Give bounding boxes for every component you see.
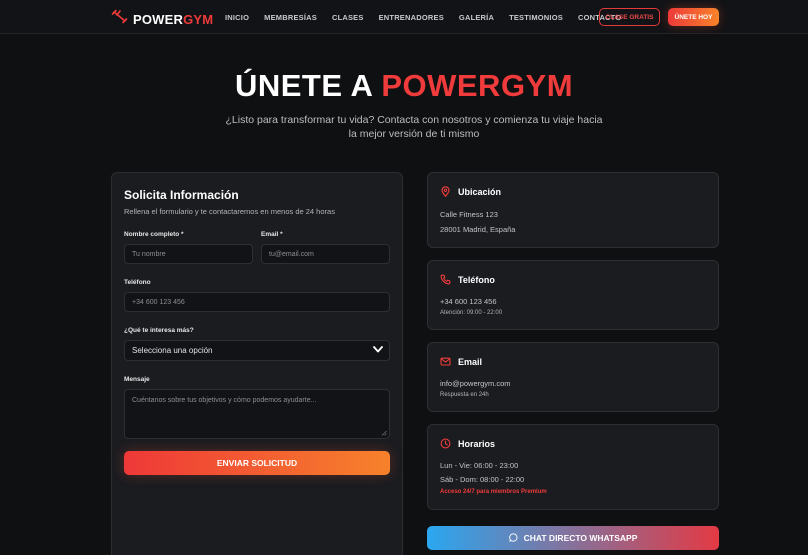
- email-placeholder: tu@email.com: [269, 250, 314, 258]
- schedule-card: Horarios Lun - Vie: 06:00 - 23:00 Sáb - …: [427, 424, 719, 510]
- phone-label: Teléfono: [124, 279, 151, 286]
- join-now-button[interactable]: ÚNETE HOY: [668, 8, 719, 26]
- nav-link-inicio[interactable]: INICIO: [225, 13, 249, 22]
- page-title: ÚNETE A POWERGYM: [234, 68, 574, 103]
- nav-link-entrenadores[interactable]: ENTRENADORES: [379, 13, 444, 22]
- email-card: Email info@powergym.com Respuesta en 24h: [427, 342, 719, 412]
- interest-label: ¿Qué te interesa más?: [124, 327, 194, 334]
- email-address[interactable]: info@powergym.com: [440, 379, 511, 388]
- phone-hours: Atención: 09:00 - 22:00: [440, 310, 503, 316]
- name-input[interactable]: Tu nombre: [124, 244, 253, 264]
- resize-handle-icon[interactable]: [381, 430, 387, 436]
- phone-placeholder: +34 600 123 456: [132, 298, 185, 306]
- message-placeholder: Cuéntanos sobre tus objetivos y cómo pod…: [132, 397, 317, 404]
- nav-links: INICIO MEMBRESÍAS CLASES ENTRENADORES GA…: [225, 13, 636, 22]
- form-title: Solicita Información: [124, 188, 239, 202]
- chat-bubble-icon: [508, 532, 518, 544]
- email-input[interactable]: tu@email.com: [261, 244, 390, 264]
- message-textarea[interactable]: Cuéntanos sobre tus objetivos y cómo pod…: [124, 389, 390, 439]
- clock-icon: [440, 438, 451, 449]
- map-pin-icon: [440, 186, 451, 197]
- name-placeholder: Tu nombre: [132, 250, 166, 258]
- location-card: Ubicación Calle Fitness 123 28001 Madrid…: [427, 172, 719, 248]
- envelope-icon: [440, 356, 451, 367]
- nav-link-clases[interactable]: CLASES: [332, 13, 364, 22]
- email-label: Email *: [261, 231, 283, 238]
- email-note: Respuesta en 24h: [440, 392, 489, 398]
- page-subtitle: ¿Listo para transformar tu vida? Contact…: [225, 114, 603, 140]
- brand-name: POWERGYM: [133, 11, 214, 27]
- name-label: Nombre completo *: [124, 231, 184, 238]
- logo[interactable]: POWERGYM: [111, 9, 213, 29]
- form-subtitle: Rellena el formulario y te contactaremos…: [124, 207, 335, 216]
- submit-button[interactable]: ENVIAR SOLICITUD: [124, 451, 390, 475]
- nav-link-testimonios[interactable]: TESTIMONIOS: [509, 13, 563, 22]
- message-label: Mensaje: [124, 376, 150, 383]
- premium-access-note: Acceso 24/7 para miembros Premium: [440, 489, 547, 495]
- address-line-2: 28001 Madrid, España: [440, 225, 516, 234]
- contact-form: Solicita Información Rellena el formular…: [111, 172, 403, 555]
- weekend-hours: Sáb - Dom: 08:00 - 22:00: [440, 475, 525, 484]
- phone-icon: [440, 274, 451, 285]
- schedule-title: Horarios: [458, 439, 496, 449]
- email-title: Email: [458, 357, 483, 367]
- interest-selected: Selecciona una opción: [132, 346, 213, 355]
- phone-input[interactable]: +34 600 123 456: [124, 292, 390, 312]
- weekday-hours: Lun - Vie: 06:00 - 23:00: [440, 461, 519, 470]
- address-line-1: Calle Fitness 123: [440, 210, 498, 219]
- dumbbell-icon: [111, 9, 128, 29]
- free-class-button[interactable]: CLASE GRATIS: [599, 8, 660, 26]
- phone-card: Teléfono +34 600 123 456 Atención: 09:00…: [427, 260, 719, 330]
- navbar: POWERGYM INICIO MEMBRESÍAS CLASES ENTREN…: [0, 0, 808, 34]
- phone-title: Teléfono: [458, 275, 495, 285]
- whatsapp-button-label: CHAT DIRECTO WHATSAPP: [523, 533, 638, 543]
- chevron-down-icon: [373, 346, 383, 355]
- interest-select[interactable]: Selecciona una opción: [124, 340, 390, 361]
- phone-number[interactable]: +34 600 123 456: [440, 297, 497, 306]
- whatsapp-chat-button[interactable]: CHAT DIRECTO WHATSAPP: [427, 526, 719, 550]
- location-title: Ubicación: [458, 187, 502, 197]
- nav-link-galeria[interactable]: GALERÍA: [459, 13, 494, 22]
- nav-link-membresias[interactable]: MEMBRESÍAS: [264, 13, 317, 22]
